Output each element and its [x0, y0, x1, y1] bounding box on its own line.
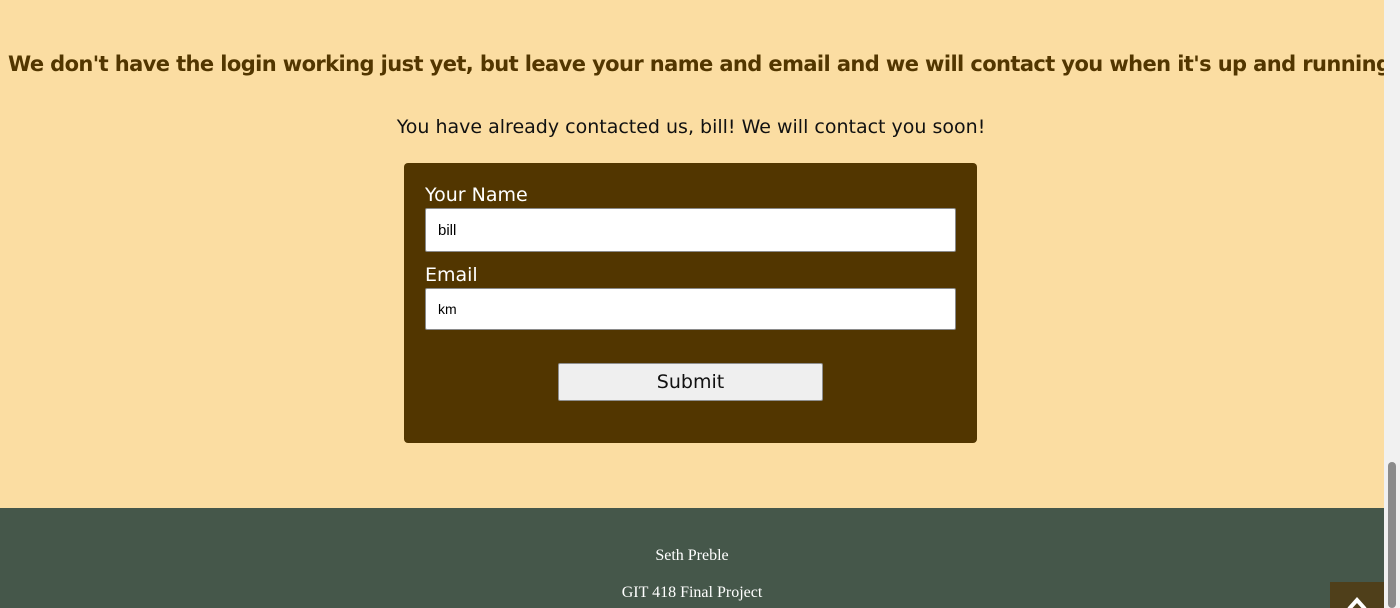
scrollbar-thumb[interactable] — [1388, 462, 1396, 608]
arrow-up-icon — [1347, 596, 1367, 608]
name-input[interactable] — [425, 208, 956, 252]
back-to-top-button[interactable] — [1330, 582, 1384, 608]
footer: Seth Preble GIT 418 Final Project — [0, 508, 1384, 608]
email-label: Email — [425, 264, 478, 286]
footer-author: Seth Preble — [655, 547, 729, 564]
page-headline: We don't have the login working just yet… — [8, 52, 1400, 76]
main-section: We don't have the login working just yet… — [0, 0, 1400, 508]
submit-button[interactable]: Submit — [558, 363, 823, 401]
contact-notice: You have already contacted us, bill! We … — [396, 116, 986, 138]
footer-project: GIT 418 Final Project — [621, 584, 763, 601]
contact-form: Your Name Email Submit — [404, 163, 977, 443]
page-scrollbar[interactable] — [1384, 0, 1400, 608]
email-input[interactable] — [425, 288, 956, 330]
name-label: Your Name — [425, 184, 528, 206]
